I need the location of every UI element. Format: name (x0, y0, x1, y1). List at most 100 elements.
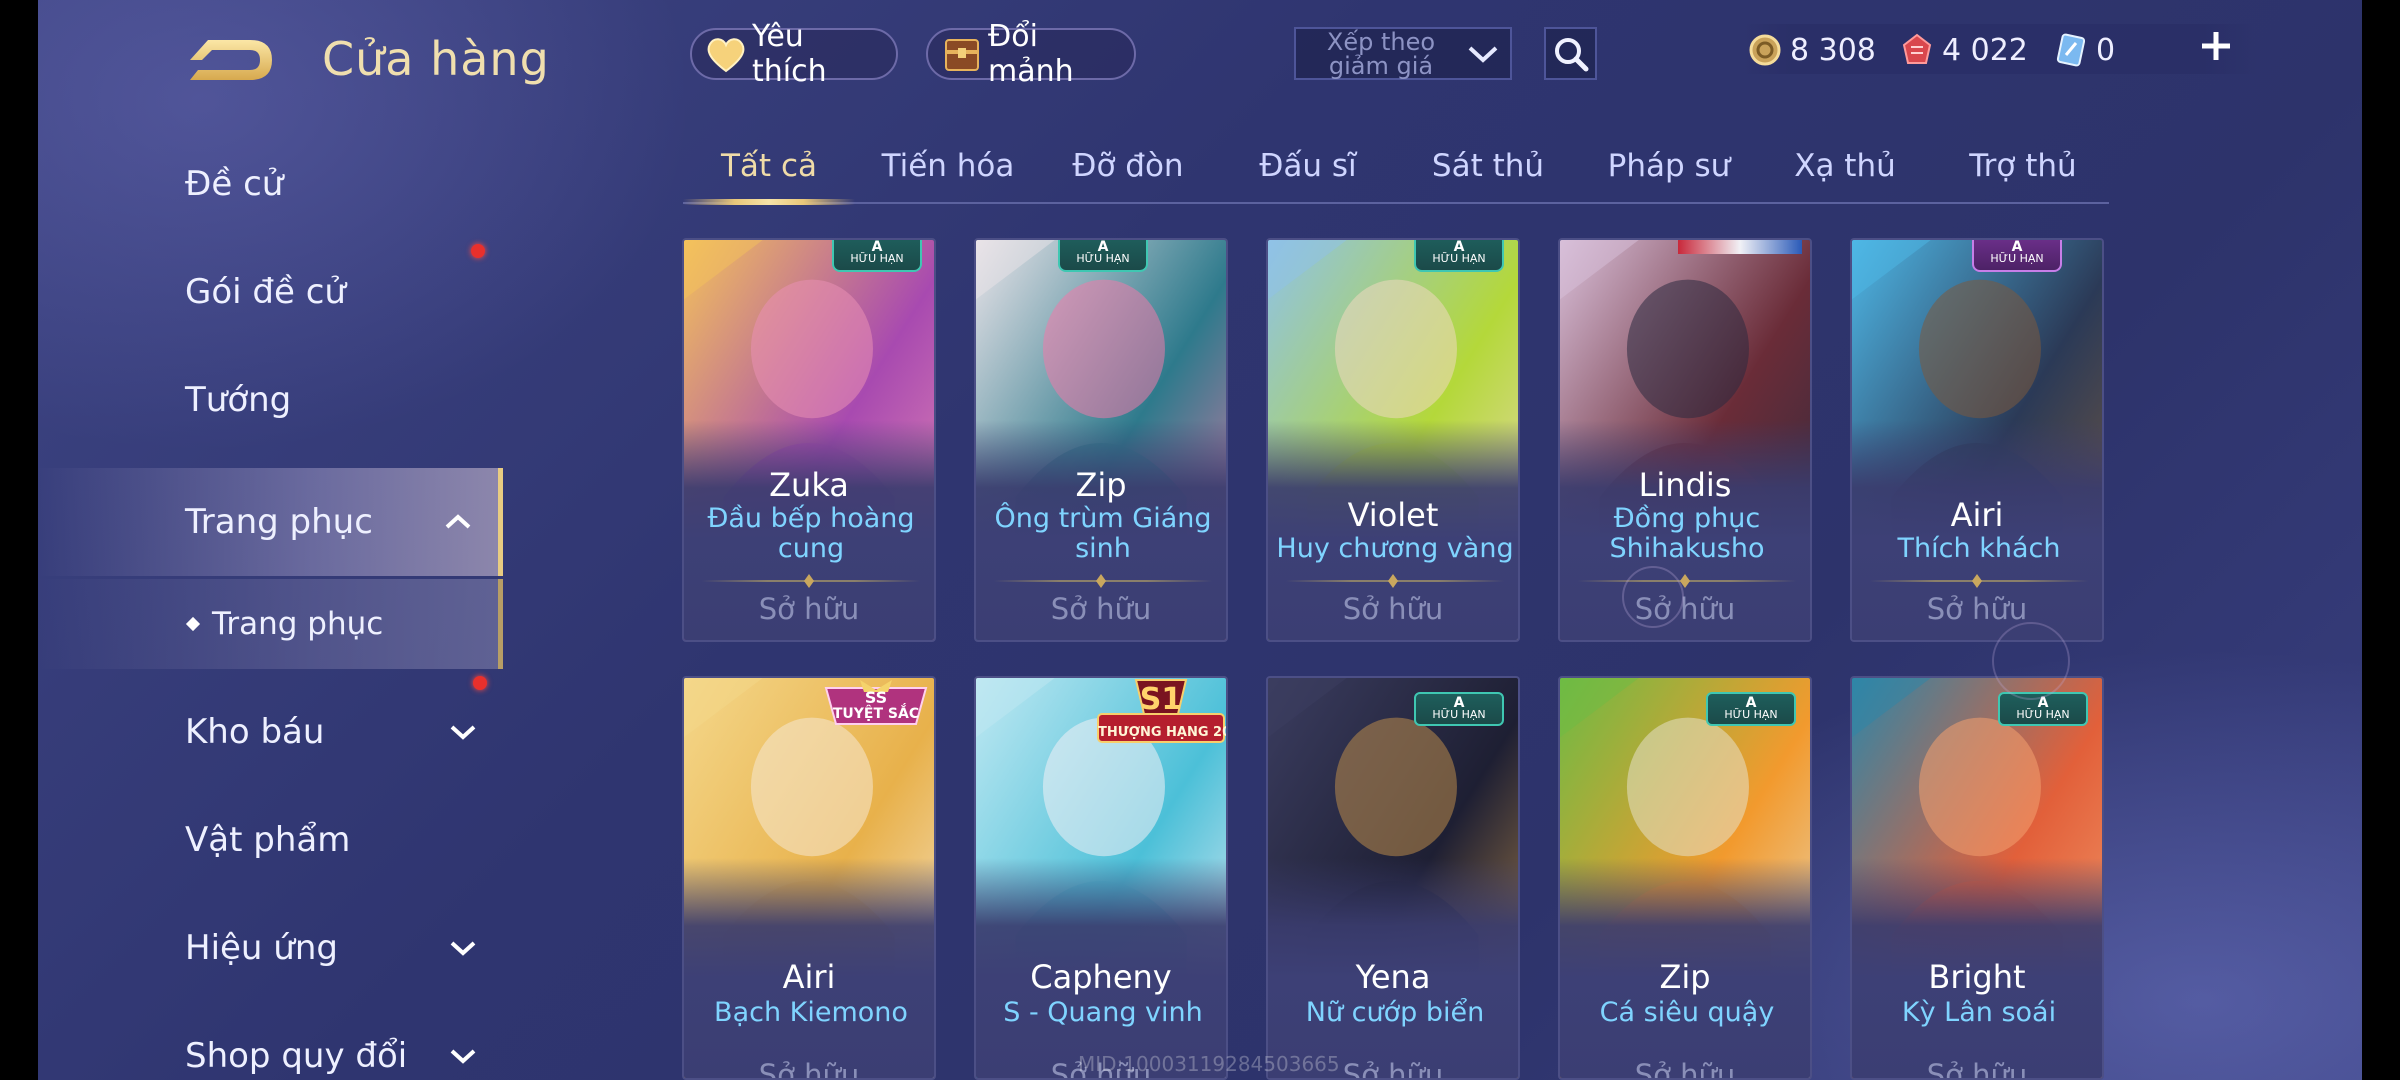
tab-marksman[interactable]: Xạ thủ (1757, 148, 1933, 202)
hero-name: Lindis (1638, 466, 1732, 504)
bullet-diamond-icon (185, 616, 201, 632)
user-id-watermark: MID:10003119284503665 (1078, 1052, 1340, 1076)
sidebar-item-exchange-shop[interactable]: Shop quy đổi (38, 1002, 503, 1080)
skin-name: S - Quang vinh (1003, 997, 1203, 1028)
ticket-currency: 0 (2054, 28, 2115, 72)
tab-assassin[interactable]: Sát thủ (1399, 148, 1577, 202)
sidebar-item-bundles[interactable]: Gói đề cử (38, 238, 503, 346)
skin-card[interactable]: A HỮU HẠN Airi Thích khách Sở hữu (1850, 238, 2104, 642)
skin-card[interactable]: A HỮU HẠN Violet Huy chương vàng Sở hữu (1266, 238, 1520, 642)
sidebar-item-recommended[interactable]: Đề cử (38, 130, 503, 238)
page-title: Cửa hàng (322, 32, 550, 86)
notification-dot (473, 676, 487, 690)
tab-support[interactable]: Trợ thủ (1937, 148, 2109, 202)
search-icon (1554, 37, 1588, 71)
skin-card[interactable]: SS TUYỆT SẮC Airi Bạch Kiemono Sở hữu (682, 676, 936, 1080)
tab-evolution[interactable]: Tiến hóa (867, 148, 1029, 202)
skin-card[interactable]: Lindis Đồng phục Shihakusho Sở hữu (1558, 238, 1812, 642)
sidebar-item-label: Tướng (185, 380, 292, 420)
voucher-amount: 4 022 (1942, 32, 2028, 68)
sort-dropdown-value: Xếp theo giảm giá (1326, 27, 1436, 80)
chevron-down-icon (450, 1049, 476, 1064)
screen-bezel (0, 0, 38, 1080)
chevron-up-icon (445, 514, 471, 529)
collab-banner (1678, 240, 1802, 254)
sidebar-item-label: Vật phẩm (185, 820, 351, 860)
gold-currency: 8 308 (1748, 28, 1876, 72)
chevron-down-icon (450, 941, 476, 956)
card-ticket-icon (2056, 33, 2086, 67)
skin-card[interactable]: A HỮU HẠN Bright Kỳ Lân soái Sở hữu (1850, 676, 2104, 1080)
hero-name: Zuka (769, 466, 849, 504)
gold-amount: 8 308 (1790, 32, 1876, 68)
back-button[interactable] (180, 30, 280, 90)
limited-badge: A HỮU HẠN (1414, 692, 1504, 726)
tab-all[interactable]: Tất cả (683, 148, 855, 202)
sidebar-item-label: Trang phục (212, 606, 384, 642)
hero-name: Capheny (1030, 958, 1172, 996)
owned-status: Sở hữu (758, 592, 860, 626)
shard-chest-icon (942, 34, 982, 74)
skin-name: Cá siêu quậy (1599, 997, 1775, 1028)
owned-status: Sở hữu (1634, 1058, 1736, 1080)
skin-name: Huy chương vàng (1276, 533, 1514, 564)
search-button[interactable] (1544, 27, 1597, 80)
skin-card[interactable]: A HỮU HẠN Zuka Đầu bếp hoàng cung Sở hữu (682, 238, 936, 642)
sidebar-item-effects[interactable]: Hiệu ứng (38, 894, 503, 1002)
skin-name: Thích khách (1897, 533, 2061, 564)
owned-status: Sở hữu (1926, 1058, 2028, 1080)
owned-status: Sở hữu (1634, 592, 1736, 626)
hero-name: Yena (1355, 958, 1431, 996)
sidebar-item-label: Đề cử (185, 164, 284, 204)
sort-dropdown[interactable]: Xếp theo giảm giá (1294, 27, 1512, 80)
tab-tank[interactable]: Đỡ đòn (1043, 148, 1213, 202)
sidebar-item-heroes[interactable]: Tướng (38, 346, 503, 454)
owned-status: Sở hữu (758, 1058, 860, 1080)
sidebar-item-label: Kho báu (185, 712, 325, 752)
owned-status: Sở hữu (1050, 592, 1152, 626)
skin-card[interactable]: S1 THƯỢNG HẠNG 2024 Capheny S - Quang vi… (974, 676, 1228, 1080)
tab-fighter[interactable]: Đấu sĩ (1223, 148, 1393, 202)
limited-badge: A HỮU HẠN (832, 240, 922, 272)
sidebar-item-label: Shop quy đổi (185, 1036, 408, 1076)
season-rank-badge: S1 THƯỢNG HẠNG 2024 (1097, 679, 1226, 743)
floating-emblem-icon (1622, 566, 1684, 628)
limited-badge: A HỮU HẠN (1414, 240, 1504, 272)
grade-ss-badge: SS TUYỆT SẮC (820, 678, 932, 734)
skin-card[interactable]: A HỮU HẠN Yena Nữ cướp biển Sở hữu (1266, 676, 1520, 1080)
hero-name: Bright (1928, 958, 2026, 996)
active-tab-indicator (683, 199, 855, 205)
plus-icon (2202, 32, 2230, 60)
hero-name: Airi (782, 958, 836, 996)
floating-emblem-icon (1992, 622, 2070, 700)
skin-name: Nữ cướp biển (1305, 997, 1485, 1028)
sidebar-subitem-skins[interactable]: Trang phục (38, 579, 503, 669)
sidebar-item-items[interactable]: Vật phẩm (38, 786, 503, 894)
sidebar-item-skins[interactable]: Trang phục (38, 468, 503, 576)
exchange-shards-label: Đổi mảnh (988, 19, 1074, 89)
limited-badge: A HỮU HẠN (1706, 692, 1796, 726)
add-currency-button[interactable] (2196, 26, 2236, 70)
skin-card[interactable]: A HỮU HẠN Zip Cá siêu quậy Sở hữu (1558, 676, 1812, 1080)
chevron-down-icon (1468, 46, 1498, 63)
ticket-amount: 0 (2096, 32, 2116, 68)
back-arrow-icon (190, 40, 272, 80)
sidebar-item-label: Trang phục (185, 502, 373, 542)
skin-name: Bạch Kiemono (714, 997, 908, 1028)
gold-coin-icon (1749, 34, 1781, 66)
favorites-button[interactable]: Yêu thích (690, 19, 898, 89)
exchange-shards-button[interactable]: Đổi mảnh (926, 19, 1136, 89)
skin-card[interactable]: A HỮU HẠN Zip Ông trùm Giáng sinh Sở hữu (974, 238, 1228, 642)
hero-name: Violet (1347, 496, 1439, 534)
favorites-label: Yêu thích (752, 19, 827, 89)
skin-name: Đồng phục Shihakusho (1609, 503, 1765, 564)
limited-badge: A HỮU HẠN (1058, 240, 1148, 272)
owned-status: Sở hữu (1926, 592, 2028, 626)
sidebar-item-treasure[interactable]: Kho báu (38, 676, 503, 786)
tab-mage[interactable]: Pháp sư (1581, 148, 1757, 202)
chevron-down-icon (450, 725, 476, 740)
sidebar-item-label: Hiệu ứng (185, 928, 338, 968)
skin-name: Kỳ Lân soái (1901, 997, 2057, 1028)
skin-name: Đầu bếp hoàng cung (707, 503, 915, 564)
hero-name: Zip (1075, 466, 1127, 504)
